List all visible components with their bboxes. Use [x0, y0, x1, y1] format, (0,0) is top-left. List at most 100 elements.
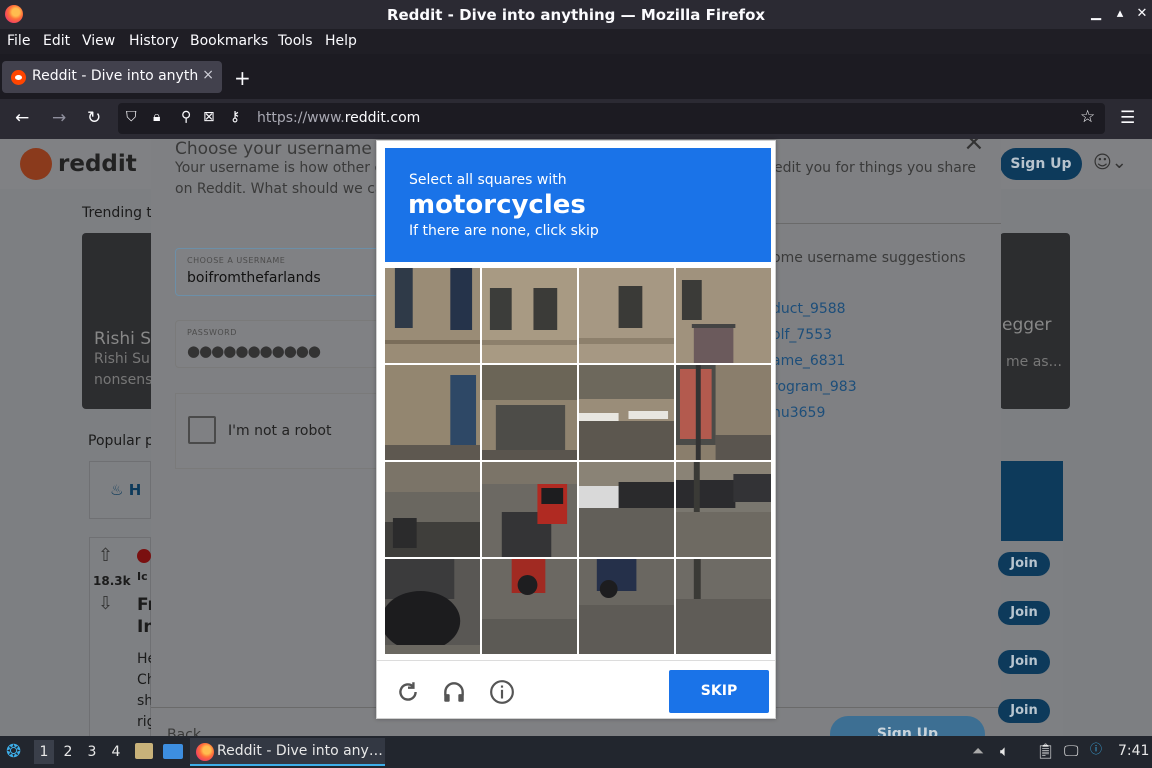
- maximize-icon[interactable]: ▴: [1110, 4, 1130, 24]
- suggestion-1[interactable]: duct_9588: [772, 301, 846, 317]
- join-button-4[interactable]: Join: [998, 699, 1050, 723]
- user-menu-icon[interactable]: ☺⌄: [1093, 152, 1127, 173]
- trending-card-left-sub1: Rishi Sun: [94, 351, 159, 367]
- menu-file[interactable]: File: [7, 33, 30, 49]
- modal-desc-line1: Your username is how other co: [175, 160, 391, 176]
- signup-submit-button[interactable]: Sign Up: [830, 716, 985, 736]
- vote-count: 18.3k: [93, 574, 131, 588]
- hot-sort[interactable]: ♨ H: [110, 481, 141, 499]
- reddit-favicon-icon: [11, 70, 26, 85]
- shield-icon[interactable]: ⛉: [126, 109, 137, 125]
- suggestion-4[interactable]: rogram_983: [772, 379, 857, 395]
- captcha-tile-9[interactable]: [385, 462, 480, 557]
- menu-tools[interactable]: Tools: [278, 33, 313, 49]
- network-icon[interactable]: 🖵︎: [1064, 742, 1078, 760]
- recaptcha-checkbox-widget[interactable]: I'm not a robot: [175, 393, 385, 469]
- nav-toolbar: ← → ↻ ⛉ 🔒︎ ⚲ ⊠ ⚷ https://www.reddit.com …: [0, 99, 1152, 139]
- reload-icon[interactable]: ↻: [87, 108, 101, 128]
- captcha-tile-15[interactable]: [579, 559, 674, 654]
- community-banner: [1001, 461, 1063, 541]
- captcha-tile-10[interactable]: [482, 462, 577, 557]
- captcha-tile-1[interactable]: [385, 268, 480, 363]
- captcha-tile-4[interactable]: [676, 268, 771, 363]
- captcha-tile-14[interactable]: [482, 559, 577, 654]
- suggestion-5[interactable]: nu3659: [772, 405, 825, 421]
- modal-desc-line1b: edit you for things you share: [774, 160, 976, 176]
- reddit-wordmark[interactable]: reddit: [58, 151, 137, 177]
- captcha-tile-12[interactable]: [676, 462, 771, 557]
- minimize-icon[interactable]: ▁: [1086, 4, 1106, 24]
- username-value[interactable]: boifromthefarlands: [187, 270, 321, 286]
- password-value[interactable]: ●●●●●●●●●●●: [187, 342, 321, 360]
- join-button-2[interactable]: Join: [998, 601, 1050, 625]
- captcha-tile-8[interactable]: [676, 365, 771, 460]
- blocked-media-icon[interactable]: ⊠: [203, 109, 215, 125]
- tab-close-icon[interactable]: ×: [202, 67, 214, 83]
- captcha-tile-7[interactable]: [579, 365, 674, 460]
- join-button-1[interactable]: Join: [998, 552, 1050, 576]
- tray-up-icon[interactable]: ⏶: [972, 742, 984, 760]
- captcha-tile-5[interactable]: [385, 365, 480, 460]
- menu-history[interactable]: History: [129, 33, 179, 49]
- clipboard-icon[interactable]: 📋︎: [1036, 742, 1055, 760]
- join-button-3[interactable]: Join: [998, 650, 1050, 674]
- menu-edit[interactable]: Edit: [43, 33, 70, 49]
- username-field[interactable]: CHOOSE A USERNAME boifromthefarlands: [175, 248, 385, 296]
- notification-icon[interactable]: ⓘ: [1090, 740, 1102, 757]
- back-button[interactable]: Back: [167, 727, 201, 736]
- new-tab-icon[interactable]: +: [234, 66, 251, 90]
- password-field[interactable]: PASSWORD ●●●●●●●●●●●: [175, 320, 385, 368]
- menu-bookmarks[interactable]: Bookmarks: [190, 33, 268, 49]
- captcha-image-grid: [385, 268, 771, 654]
- file-manager-icon[interactable]: [135, 743, 153, 759]
- captcha-tile-16[interactable]: [676, 559, 771, 654]
- signup-header-button[interactable]: Sign Up: [1000, 148, 1082, 180]
- forward-arrow-icon[interactable]: →: [52, 108, 66, 128]
- captcha-tile-3[interactable]: [579, 268, 674, 363]
- permissions-icon[interactable]: ⚲: [181, 109, 191, 125]
- url-text[interactable]: https://www.reddit.com: [257, 110, 420, 126]
- trending-card-right-sub: me as...: [1006, 354, 1062, 370]
- url-bar[interactable]: ⛉ 🔒︎ ⚲ ⊠ ⚷ https://www.reddit.com ☆: [118, 103, 1105, 134]
- taskbar-firefox-item[interactable]: Reddit - Dive into any…: [190, 738, 385, 766]
- audio-challenge-icon[interactable]: [441, 679, 471, 709]
- key-icon[interactable]: ⚷: [230, 109, 240, 125]
- workspace-3[interactable]: 3: [82, 744, 102, 760]
- recaptcha-checkbox[interactable]: [188, 416, 216, 444]
- hamburger-menu-icon[interactable]: ☰: [1120, 108, 1135, 128]
- volume-icon[interactable]: 🔈︎: [1000, 742, 1009, 760]
- taskbar-item-label: Reddit - Dive into any…: [217, 743, 383, 759]
- suggestions-title: ome username suggestions: [772, 250, 966, 266]
- captcha-tile-6[interactable]: [482, 365, 577, 460]
- close-icon[interactable]: ✕: [1132, 4, 1152, 24]
- workspace-1[interactable]: 1: [34, 740, 54, 764]
- lock-icon[interactable]: 🔒︎: [153, 109, 160, 125]
- menu-view[interactable]: View: [82, 33, 115, 49]
- back-arrow-icon[interactable]: ←: [15, 108, 29, 128]
- workspace-4[interactable]: 4: [106, 744, 126, 760]
- tab-reddit[interactable]: Reddit - Dive into anything ×: [2, 61, 222, 93]
- bookmark-star-icon[interactable]: ☆: [1080, 107, 1095, 127]
- app-launcher-icon[interactable]: ❂: [6, 741, 21, 762]
- window-title: Reddit - Dive into anything — Mozilla Fi…: [386, 6, 766, 24]
- upvote-arrow-icon[interactable]: ⇧: [98, 545, 113, 566]
- workspace-2[interactable]: 2: [58, 744, 78, 760]
- downvote-arrow-icon[interactable]: ⇩: [98, 593, 113, 614]
- captcha-tile-11[interactable]: [579, 462, 674, 557]
- captcha-tile-2[interactable]: [482, 268, 577, 363]
- suggestion-3[interactable]: ame_6831: [772, 353, 845, 369]
- skip-button[interactable]: SKIP: [669, 670, 769, 713]
- reload-challenge-icon[interactable]: [395, 679, 425, 709]
- trending-card-left-title: Rishi S: [94, 329, 152, 349]
- modal-close-icon[interactable]: ×: [963, 139, 985, 157]
- info-icon[interactable]: [489, 679, 519, 709]
- desktop-icon[interactable]: [163, 744, 183, 759]
- post-subreddit[interactable]: Ic: [137, 570, 148, 583]
- suggestion-2[interactable]: olf_7553: [772, 327, 832, 343]
- clock[interactable]: 7:41: [1118, 743, 1149, 759]
- captcha-tile-13[interactable]: [385, 559, 480, 654]
- trending-card-right-title: egger: [1002, 315, 1052, 335]
- reddit-logo-icon[interactable]: [20, 148, 52, 180]
- menu-help[interactable]: Help: [325, 33, 357, 49]
- subreddit-avatar[interactable]: [137, 549, 151, 563]
